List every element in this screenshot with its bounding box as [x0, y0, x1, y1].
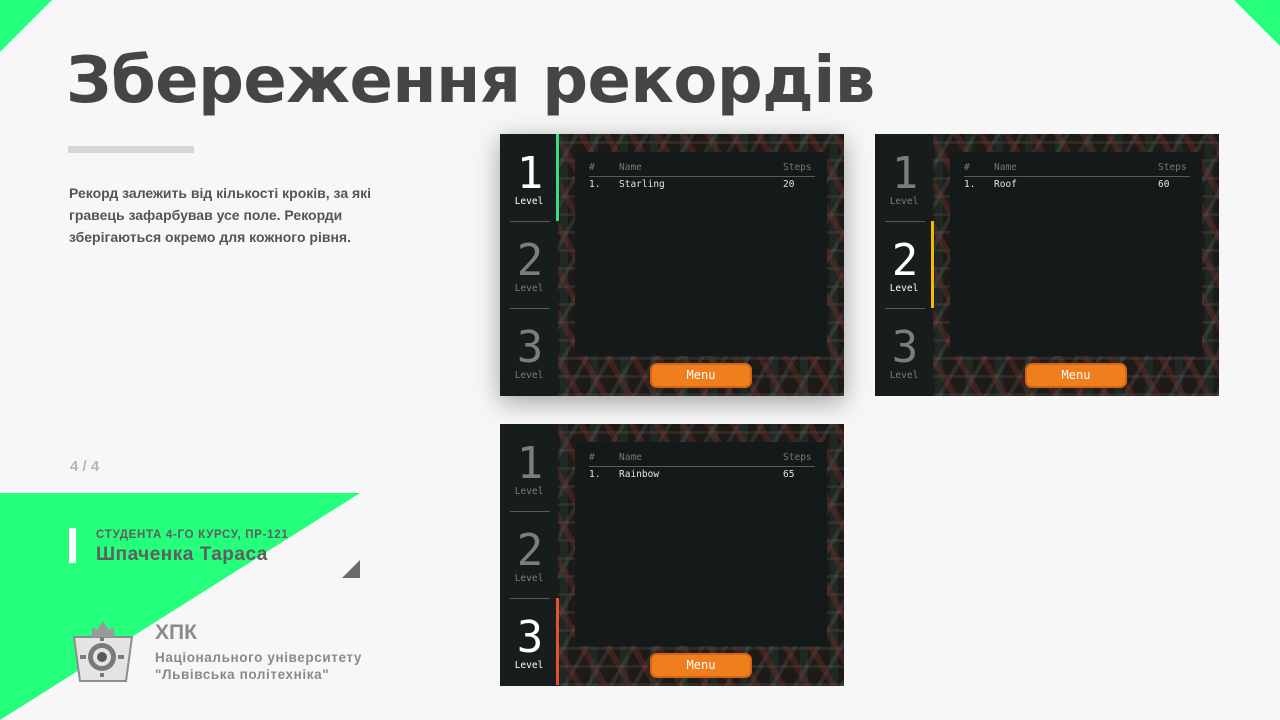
org-short-name: ХПК [155, 621, 197, 644]
menu-button[interactable]: Menu [650, 653, 752, 678]
column-header: # [589, 162, 595, 173]
slide-description: Рекорд залежить від кількості кроків, за… [69, 185, 372, 245]
table-header: # Name Steps [589, 452, 815, 467]
table-row: 1. Starling 20 [589, 179, 815, 193]
level-caption: Level [514, 283, 544, 294]
level-number: 3 [516, 322, 544, 373]
table-cell: 1. [589, 469, 601, 480]
level-number: 3 [516, 612, 544, 663]
author-accent-bar [69, 528, 76, 563]
level-tab-1[interactable]: 1 Level [500, 134, 558, 221]
column-header: Steps [783, 162, 812, 173]
game-screenshot: 1 Level 2 Level 3 Level # Name Steps 1. Rain… [500, 424, 844, 686]
level-tab-1[interactable]: 1 Level [875, 134, 933, 221]
active-level-indicator [556, 598, 559, 685]
college-logo-icon [72, 621, 134, 682]
level-number: 3 [891, 322, 919, 373]
author-name: Шпаченка Тараса [96, 544, 268, 565]
table-cell: 1. [964, 179, 976, 190]
game-screenshot: 1 Level 2 Level 3 Level # Name Steps 1. Star… [500, 134, 844, 396]
level-tab-2[interactable]: 2 Level [500, 221, 558, 308]
table-cell: Roof [994, 179, 1017, 190]
level-caption: Level [889, 370, 919, 381]
column-header: Name [619, 452, 642, 463]
level-caption: Level [514, 486, 544, 497]
org-name-line-1: Національного університету [155, 650, 363, 665]
table-cell: 60 [1158, 179, 1170, 190]
level-number: 2 [891, 235, 919, 286]
level-number: 2 [516, 235, 544, 286]
records-table: # Name Steps 1. Rainbow 65 [589, 452, 815, 483]
records-panel: # Name Steps 1. Starling 20 [575, 152, 827, 356]
green-triangle-decoration [0, 493, 360, 720]
column-header: Name [619, 162, 642, 173]
level-sidebar: 1 Level 2 Level 3 Level [500, 134, 559, 396]
menu-button[interactable]: Menu [650, 363, 752, 388]
table-cell: 65 [783, 469, 795, 480]
level-tab-2[interactable]: 2 Level [875, 221, 933, 308]
level-caption: Level [889, 283, 919, 294]
level-sidebar: 1 Level 2 Level 3 Level [500, 424, 559, 686]
records-panel: # Name Steps 1. Roof 60 [950, 152, 1202, 356]
table-header: # Name Steps [589, 162, 815, 177]
slide-number: 4 / 4 [70, 458, 100, 475]
records-panel: # Name Steps 1. Rainbow 65 [575, 442, 827, 646]
level-caption: Level [514, 196, 544, 207]
table-cell: 20 [783, 179, 795, 190]
column-header: Name [994, 162, 1017, 173]
level-tab-3[interactable]: 3 Level [500, 598, 558, 685]
column-header: # [964, 162, 970, 173]
level-number: 1 [891, 148, 919, 199]
level-tab-2[interactable]: 2 Level [500, 511, 558, 598]
level-caption: Level [514, 660, 544, 671]
game-screenshot: 1 Level 2 Level 3 Level # Name Steps 1. Roof… [875, 134, 1219, 396]
level-tab-3[interactable]: 3 Level [500, 308, 558, 395]
level-sidebar: 1 Level 2 Level 3 Level [875, 134, 934, 396]
level-number: 1 [516, 438, 544, 489]
org-name-line-2: "Львівська політехніка" [155, 667, 330, 682]
records-table: # Name Steps 1. Roof 60 [964, 162, 1190, 193]
level-number: 2 [516, 525, 544, 576]
corner-decoration-top-right [1234, 0, 1280, 46]
table-header: # Name Steps [964, 162, 1190, 177]
title-underline [68, 146, 194, 153]
table-cell: Rainbow [619, 469, 660, 480]
table-row: 1. Rainbow 65 [589, 469, 815, 483]
level-tab-3[interactable]: 3 Level [875, 308, 933, 395]
level-caption: Level [889, 196, 919, 207]
column-header: Steps [783, 452, 812, 463]
slide-title: Збереження рекордів [66, 44, 875, 118]
level-caption: Level [514, 573, 544, 584]
column-header: Steps [1158, 162, 1187, 173]
corner-decoration-top-left [0, 0, 52, 52]
records-table: # Name Steps 1. Starling 20 [589, 162, 815, 193]
table-row: 1. Roof 60 [964, 179, 1190, 193]
menu-button[interactable]: Menu [1025, 363, 1127, 388]
active-level-indicator [931, 221, 934, 308]
level-caption: Level [514, 370, 544, 381]
active-level-indicator [556, 134, 559, 221]
table-cell: Starling [619, 179, 665, 190]
table-cell: 1. [589, 179, 601, 190]
gray-corner-triangle [342, 560, 360, 578]
level-number: 1 [516, 148, 544, 199]
author-role: СТУДЕНТА 4-ГО КУРСУ, ПР-121 [96, 529, 289, 541]
column-header: # [589, 452, 595, 463]
level-tab-1[interactable]: 1 Level [500, 424, 558, 511]
